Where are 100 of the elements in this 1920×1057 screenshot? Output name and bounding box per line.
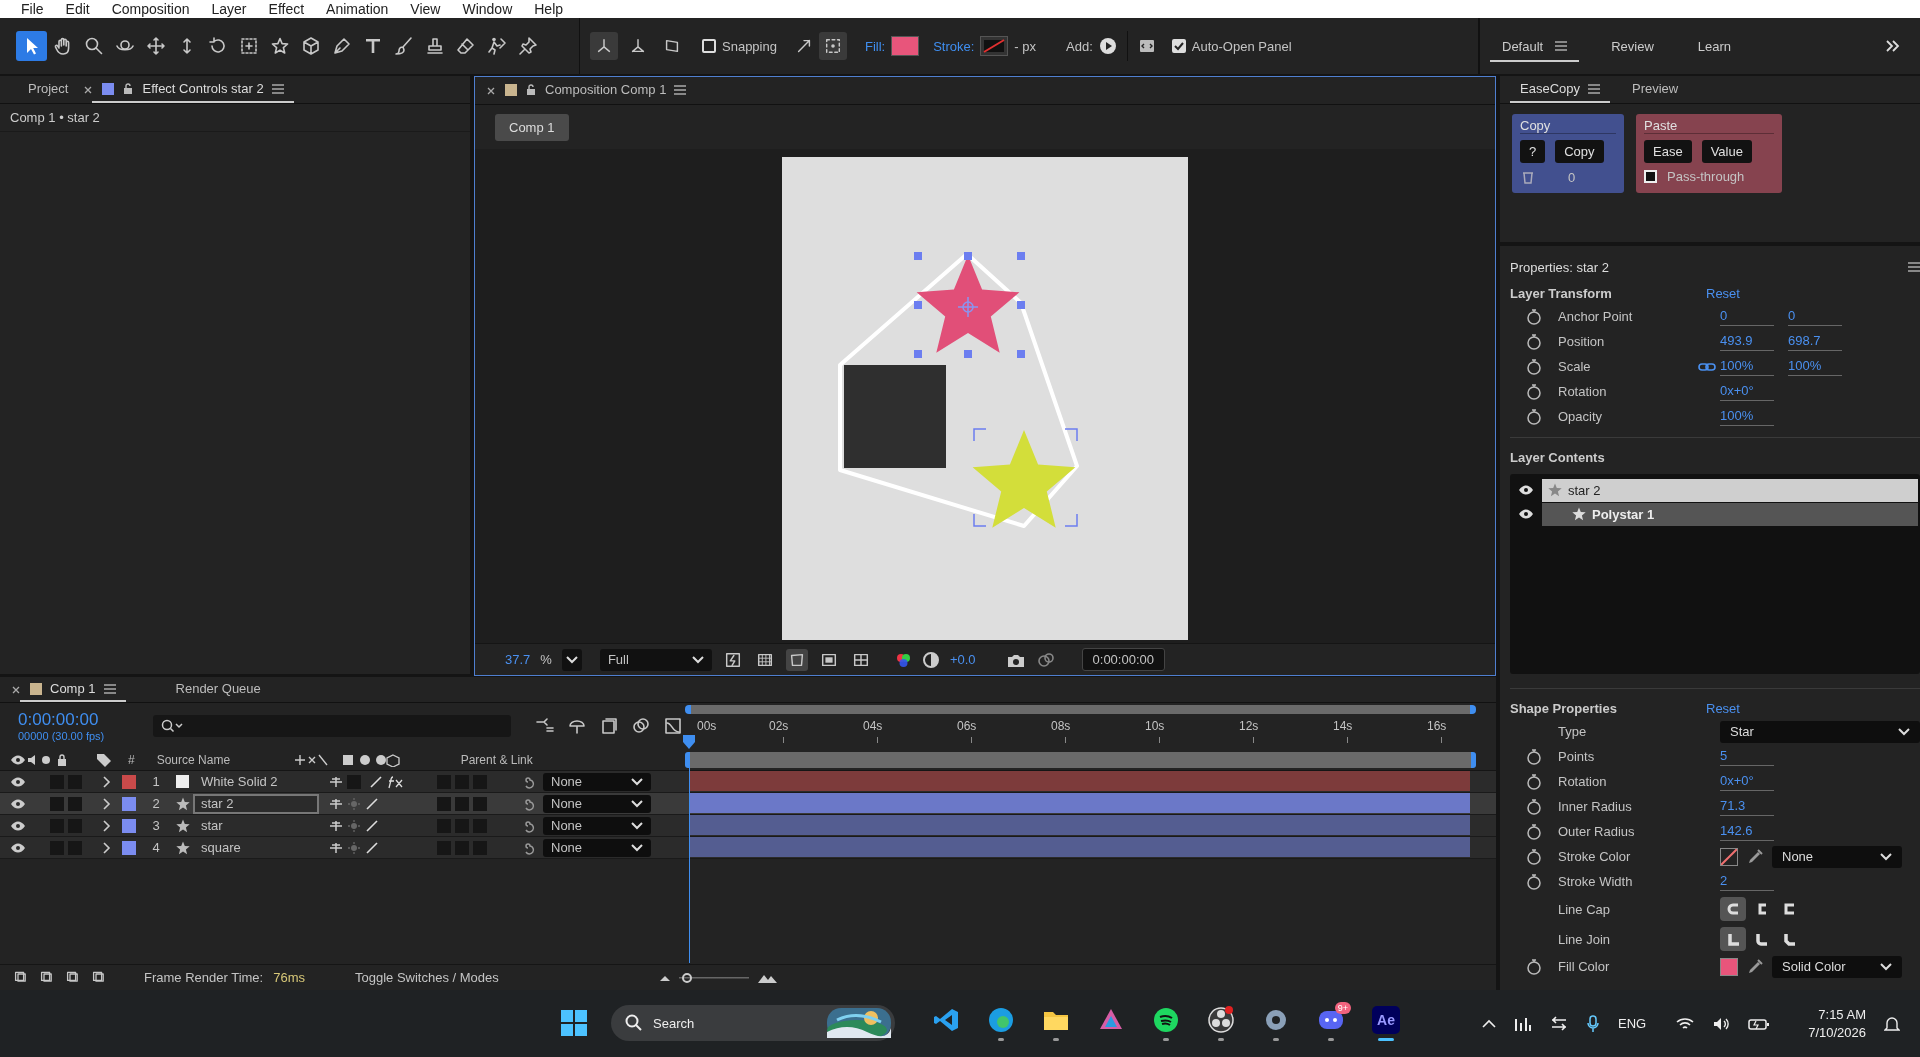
line-style-option[interactable]: [1720, 927, 1746, 951]
stopwatch-icon[interactable]: [1526, 748, 1542, 765]
layer-name[interactable]: star: [193, 815, 319, 836]
workspace-tab[interactable]: Learn: [1685, 32, 1744, 62]
workspace-menu-icon[interactable]: [1555, 41, 1568, 51]
motion-blur-icon[interactable]: [631, 716, 651, 736]
stopwatch-icon[interactable]: [1526, 358, 1542, 375]
paste-button[interactable]: Ease: [1644, 140, 1692, 163]
composition-tab[interactable]: Composition Comp 1: [495, 77, 697, 104]
trash-icon[interactable]: [1520, 169, 1536, 185]
quality-slash-icon[interactable]: [365, 818, 379, 833]
shy-icon[interactable]: [329, 796, 343, 811]
layer-bar[interactable]: [689, 814, 1470, 835]
zoom-slider-thumb[interactable]: [681, 972, 692, 983]
chevron-right-icon[interactable]: [1886, 40, 1900, 52]
menu-item[interactable]: Effect: [257, 1, 316, 17]
menu-icon[interactable]: [1908, 262, 1920, 272]
fill-swatch[interactable]: [891, 36, 920, 56]
value-field[interactable]: 100%: [1788, 357, 1842, 376]
stroke-color-swatch[interactable]: [1720, 847, 1738, 866]
eye-icon[interactable]: [10, 819, 26, 832]
stopwatch-icon[interactable]: [1526, 408, 1542, 425]
lock-icon[interactable]: [122, 82, 135, 95]
show-snapshot-icon[interactable]: [1035, 650, 1056, 669]
wifi-icon[interactable]: [1676, 1015, 1695, 1032]
close-icon[interactable]: [487, 86, 495, 95]
parent-dropdown[interactable]: None: [543, 794, 651, 813]
breadcrumb-button[interactable]: Comp 1: [495, 113, 569, 141]
battery-icon[interactable]: [1748, 1016, 1771, 1031]
lock-icon[interactable]: [525, 83, 537, 96]
menu-item[interactable]: Composition: [100, 1, 201, 17]
content-item[interactable]: Polystar 1: [1542, 502, 1918, 526]
stopwatch-icon[interactable]: [1526, 958, 1542, 975]
layer-name[interactable]: square: [193, 837, 319, 858]
menu-icon[interactable]: [674, 84, 687, 95]
parent-dropdown[interactable]: None: [543, 772, 651, 791]
label-color-swatch[interactable]: [122, 840, 136, 855]
menu-icon[interactable]: [103, 683, 116, 694]
timecode[interactable]: 0:00:00:00: [18, 710, 130, 730]
stopwatch-icon[interactable]: [1526, 823, 1542, 840]
paste-button[interactable]: Value: [1701, 140, 1752, 163]
value-field[interactable]: 0: [1720, 307, 1774, 326]
line-style-option[interactable]: [1720, 897, 1746, 921]
label-color-swatch[interactable]: [122, 774, 136, 789]
workspace-tab[interactable]: Review: [1599, 32, 1666, 62]
help-button[interactable]: ?: [1520, 140, 1546, 163]
layer-bar[interactable]: [689, 792, 1470, 813]
menu-item[interactable]: Window: [451, 1, 524, 17]
eyedropper-icon[interactable]: [1746, 957, 1764, 976]
panel-tab[interactable]: EaseCopy: [1510, 76, 1610, 103]
parent-dropdown[interactable]: None: [543, 838, 651, 857]
eye-icon[interactable]: [1518, 484, 1534, 496]
start-icon[interactable]: [560, 1009, 588, 1037]
auto-open-checkbox[interactable]: Auto-Open Panel: [1171, 38, 1292, 54]
menu-item[interactable]: Edit: [54, 1, 101, 17]
stopwatch-icon[interactable]: [1526, 773, 1542, 790]
axis-icon[interactable]: [595, 37, 613, 55]
exposure-icon[interactable]: [921, 650, 940, 669]
content-item[interactable]: star 2: [1542, 478, 1918, 502]
menu-item[interactable]: Help: [523, 1, 575, 17]
solo-icon[interactable]: [40, 753, 52, 766]
menu-item[interactable]: Animation: [315, 1, 400, 17]
close-icon[interactable]: [84, 85, 93, 94]
value-field[interactable]: 100%: [1720, 407, 1774, 426]
value-field[interactable]: 100%: [1720, 357, 1774, 376]
stroke-swatch[interactable]: [980, 36, 1009, 56]
eye-icon[interactable]: [10, 753, 26, 766]
value-field[interactable]: 71.3: [1720, 797, 1774, 816]
lock-switch[interactable]: [68, 796, 82, 811]
fill-color-swatch[interactable]: [1720, 957, 1738, 976]
layer-name[interactable]: White Solid 2: [193, 771, 319, 792]
work-area-bar[interactable]: [685, 751, 1476, 768]
eye-icon[interactable]: [10, 775, 26, 788]
menu-item[interactable]: File: [10, 1, 55, 17]
stopwatch-icon[interactable]: [1526, 333, 1542, 350]
panel-tab[interactable]: Project: [18, 76, 79, 103]
value-field[interactable]: 493.9: [1720, 332, 1774, 351]
value-field[interactable]: 0x+0°: [1720, 382, 1774, 401]
stopwatch-icon[interactable]: [1526, 798, 1542, 815]
shy-icon[interactable]: [329, 774, 343, 789]
eye-icon[interactable]: [1518, 508, 1534, 520]
mode-switch[interactable]: [455, 796, 469, 811]
eye-icon[interactable]: [10, 797, 26, 810]
shy-icon[interactable]: [329, 840, 343, 855]
close-icon[interactable]: [12, 685, 20, 694]
toggle-switches-button[interactable]: Toggle Switches / Modes: [355, 970, 499, 985]
play-icon[interactable]: [1098, 37, 1117, 55]
label-tag-icon[interactable]: [96, 752, 112, 767]
layer-name[interactable]: star 2: [193, 793, 319, 814]
fill-dropdown[interactable]: Solid Color: [1772, 955, 1902, 978]
clock-date[interactable]: 7/10/2026: [1808, 1023, 1866, 1042]
value-field[interactable]: 2: [1720, 872, 1774, 891]
layer-bar[interactable]: [689, 836, 1470, 857]
timecode-field[interactable]: 0:00:00:00: [1081, 648, 1165, 671]
outline-path[interactable]: [838, 252, 1079, 528]
lock-icon[interactable]: [56, 752, 68, 767]
value-field[interactable]: 142.6: [1720, 822, 1774, 841]
bars-icon[interactable]: [1514, 1015, 1532, 1032]
type-dropdown[interactable]: Star: [1720, 720, 1920, 743]
menu-item[interactable]: View: [399, 1, 452, 17]
